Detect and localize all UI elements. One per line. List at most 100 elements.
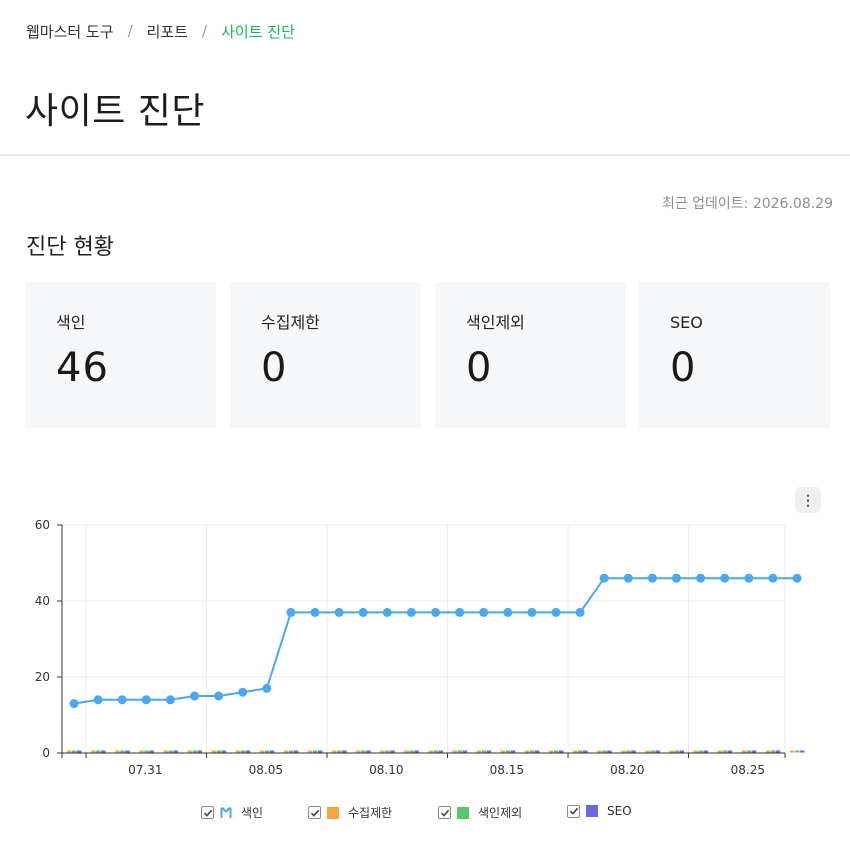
breadcrumb-separator: / xyxy=(202,22,208,40)
x-tick-label: 08.25 xyxy=(731,763,765,777)
data-point xyxy=(527,607,537,617)
card-seo[interactable]: SEO 0 xyxy=(639,282,830,428)
bar-1 xyxy=(452,750,458,753)
bar-2 xyxy=(698,750,704,753)
bar-2 xyxy=(96,750,101,753)
legend-item-crawl-restricted[interactable]: 수집제한 xyxy=(308,804,392,821)
bar-3 xyxy=(318,750,323,753)
bar-2 xyxy=(288,750,294,753)
bar-2 xyxy=(433,750,438,753)
legend-item-index-excluded[interactable]: 색인제외 xyxy=(438,804,522,821)
bar-1 xyxy=(259,750,265,753)
data-point xyxy=(310,607,320,617)
checkbox-checked-icon[interactable] xyxy=(567,804,580,818)
bar-2 xyxy=(144,750,149,753)
card-label: SEO xyxy=(670,313,703,332)
checkbox-checked-icon[interactable] xyxy=(308,806,321,819)
y-tick-label: 60 xyxy=(35,518,50,532)
bar-1 xyxy=(693,750,699,753)
bar-3 xyxy=(125,750,130,753)
bar-1 xyxy=(790,750,795,753)
bar-3 xyxy=(655,750,660,753)
header-divider xyxy=(0,154,850,156)
bar-2 xyxy=(120,750,125,753)
bar-3 xyxy=(703,750,709,753)
breadcrumb-separator: / xyxy=(127,22,133,40)
checkbox-checked-icon[interactable] xyxy=(201,806,214,819)
bar-2 xyxy=(385,750,390,753)
bar-1 xyxy=(67,750,72,753)
legend-label: 색인 xyxy=(241,806,264,820)
bar-3 xyxy=(173,750,178,753)
bar-3 xyxy=(221,750,227,753)
bar-3 xyxy=(607,750,612,753)
breadcrumb-item-webmaster-tools[interactable]: 웹마스터 도구 xyxy=(26,21,114,42)
bar-2 xyxy=(554,750,559,753)
card-label: 수집제한 xyxy=(261,313,320,332)
section-title: 진단 현황 xyxy=(26,235,114,260)
data-point xyxy=(551,607,561,617)
breadcrumb-item-report[interactable]: 리포트 xyxy=(147,21,188,42)
card-index-excluded[interactable]: 색인제외 0 xyxy=(435,282,626,428)
data-point xyxy=(358,607,368,617)
data-point xyxy=(262,683,272,693)
bar-3 xyxy=(462,750,468,753)
bar-2 xyxy=(337,750,342,753)
bar-2 xyxy=(626,750,631,753)
bar-1 xyxy=(573,750,578,753)
legend-item-seo[interactable]: SEO xyxy=(567,804,632,818)
bar-2 xyxy=(505,750,511,753)
data-point xyxy=(69,699,79,709)
bar-1 xyxy=(139,750,144,753)
card-label: 색인제외 xyxy=(466,313,525,332)
bar-3 xyxy=(342,750,347,753)
bar-2 xyxy=(650,750,655,753)
card-crawl-restricted[interactable]: 수집제한 0 xyxy=(230,282,421,428)
bar-1 xyxy=(91,750,96,753)
bar-1 xyxy=(211,750,217,753)
card-value: 0 xyxy=(670,345,697,391)
bar-2 xyxy=(264,750,270,753)
card-label: 색인 xyxy=(56,313,86,332)
bar-1 xyxy=(380,750,385,753)
square-swatch-icon xyxy=(327,806,339,819)
data-point xyxy=(623,573,633,583)
bar-2 xyxy=(722,750,728,753)
bar-2 xyxy=(674,750,679,753)
bar-1 xyxy=(597,750,602,753)
bar-3 xyxy=(583,750,588,753)
bar-3 xyxy=(486,750,492,753)
bar-2 xyxy=(216,750,222,753)
data-point xyxy=(382,607,392,617)
bar-2 xyxy=(602,750,607,753)
last-update-text: 최근 업데이트: 2026.08.29 xyxy=(661,196,833,212)
bar-1 xyxy=(669,750,674,753)
page-title: 사이트 진단 xyxy=(25,91,206,132)
bar-2 xyxy=(529,750,535,753)
bar-1 xyxy=(645,750,650,753)
square-swatch-icon xyxy=(457,806,469,819)
y-tick-label: 40 xyxy=(35,594,50,608)
bar-1 xyxy=(621,750,626,753)
bar-1 xyxy=(163,750,168,753)
checkbox-checked-icon[interactable] xyxy=(438,806,451,819)
bar-2 xyxy=(313,750,318,753)
bar-1 xyxy=(428,750,433,753)
bar-1 xyxy=(741,750,747,753)
y-tick-label: 20 xyxy=(35,670,50,684)
bar-1 xyxy=(549,750,554,753)
bar-2 xyxy=(770,750,776,753)
breadcrumb: 웹마스터 도구 / 리포트 / 사이트 진단 xyxy=(26,21,295,41)
bar-3 xyxy=(101,750,106,753)
bar-2 xyxy=(578,750,583,753)
data-point xyxy=(720,573,730,583)
legend-item-index[interactable]: 색인 xyxy=(201,804,263,821)
card-index[interactable]: 색인 46 xyxy=(25,282,216,428)
bar-2 xyxy=(168,750,173,753)
bar-1 xyxy=(765,750,771,753)
data-point xyxy=(214,691,224,701)
data-point xyxy=(141,695,151,705)
bar-3 xyxy=(800,750,805,753)
data-point xyxy=(503,607,513,617)
data-point xyxy=(647,573,657,583)
